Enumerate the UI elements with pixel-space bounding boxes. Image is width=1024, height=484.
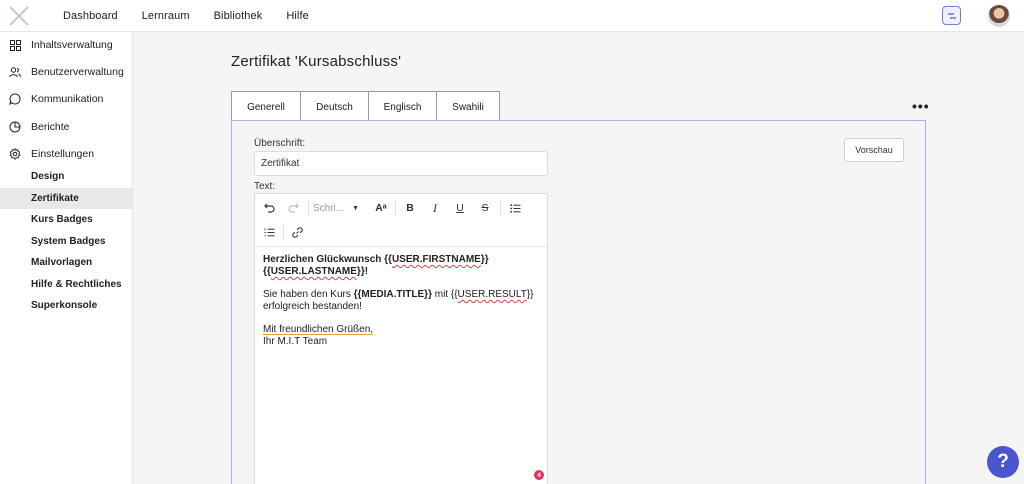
- strikethrough-icon[interactable]: S: [475, 198, 495, 218]
- tab-generell[interactable]: Generell: [231, 91, 301, 122]
- sidebar: Inhaltsverwaltung Benutzerverwaltung Kom…: [0, 32, 133, 484]
- body-text-start: Sie haben den Kurs: [263, 289, 354, 300]
- sidebar-item-inhaltsverwaltung[interactable]: Inhaltsverwaltung: [0, 34, 132, 56]
- nav-bibliothek[interactable]: Bibliothek: [214, 10, 263, 22]
- body-paragraph: Sie haben den Kurs {{MEDIA.TITLE}} mit {…: [263, 289, 543, 313]
- sidebar-item-einstellungen[interactable]: Einstellungen: [0, 143, 132, 165]
- chat-bubble-icon: [9, 93, 21, 105]
- italic-icon[interactable]: I: [425, 198, 445, 218]
- tab-swahili[interactable]: Swahili: [436, 91, 500, 122]
- redo-icon[interactable]: [283, 198, 303, 218]
- rich-text-editor: Schri... ▼ Aᵃ B I U S Herzlichen Glückwu…: [254, 193, 548, 484]
- top-bar: Dashboard Lernraum Bibliothek Hilfe: [0, 0, 1024, 32]
- sidebar-item-benutzerverwaltung[interactable]: Benutzerverwaltung: [0, 61, 132, 83]
- sidebar-item-label: Kommunikation: [31, 93, 104, 105]
- top-navigation: Dashboard Lernraum Bibliothek Hilfe: [63, 0, 333, 32]
- sidebar-subitem-system-badges[interactable]: System Badges: [0, 231, 132, 252]
- more-options-icon[interactable]: •••: [912, 98, 930, 114]
- preview-button[interactable]: Vorschau: [844, 138, 904, 162]
- sidebar-subitem-hilfe-rechtliches[interactable]: Hilfe & Rechtliches: [0, 274, 132, 295]
- editor-toolbar: Schri... ▼ Aᵃ B I U S: [255, 194, 547, 247]
- sidebar-subitem-zertifikate[interactable]: Zertifikate: [0, 188, 132, 209]
- heading-input[interactable]: Zertifikat: [254, 151, 548, 176]
- user-avatar[interactable]: [988, 5, 1010, 27]
- font-size-icon[interactable]: Aᵃ: [371, 198, 391, 218]
- sidebar-subitem-superkonsole[interactable]: Superkonsole: [0, 295, 132, 316]
- sidebar-item-label: Einstellungen: [31, 148, 95, 160]
- menu-lines-icon: [947, 12, 956, 19]
- nav-lernraum[interactable]: Lernraum: [142, 10, 190, 22]
- brace-close: }}: [480, 254, 489, 265]
- placeholder-lastname: USER.LASTNAME: [270, 266, 357, 277]
- caret-down-icon: ▼: [352, 204, 360, 212]
- placeholder-media-title: {{MEDIA.TITLE}}: [353, 289, 432, 300]
- language-tabs: Generell Deutsch Englisch Swahili: [231, 91, 500, 122]
- sidebar-item-kommunikation[interactable]: Kommunikation: [0, 88, 132, 110]
- sidebar-item-label: Benutzerverwaltung: [31, 66, 124, 78]
- nav-dashboard[interactable]: Dashboard: [63, 10, 118, 22]
- sidebar-subitem-kurs-badges[interactable]: Kurs Badges: [0, 209, 132, 230]
- closing-greeting: Mit freundlichen Grüßen,: [263, 324, 374, 335]
- bold-icon[interactable]: B: [400, 198, 420, 218]
- greeting-paragraph: Herzlichen Glückwunsch {{USER.FIRSTNAME}…: [263, 254, 543, 278]
- nav-hilfe[interactable]: Hilfe: [286, 10, 309, 22]
- placeholder-firstname: USER.FIRSTNAME: [391, 254, 481, 265]
- text-label: Text:: [254, 181, 276, 192]
- placeholder-result: USER.RESULT: [457, 289, 527, 300]
- sidebar-subitem-mailvorlagen[interactable]: Mailvorlagen: [0, 252, 132, 273]
- tab-englisch[interactable]: Englisch: [368, 91, 437, 122]
- tab-deutsch[interactable]: Deutsch: [300, 91, 369, 122]
- greeting-text: Herzlichen Glückwunsch {{: [263, 254, 392, 265]
- gear-icon: [9, 148, 21, 160]
- menu-toggle-button[interactable]: [942, 6, 961, 25]
- sidebar-subitem-design[interactable]: Design: [0, 166, 132, 187]
- body-text-middle: mit {{: [431, 289, 458, 300]
- grid-icon: [9, 39, 21, 51]
- brace-close-exclaim: }}!: [356, 266, 369, 277]
- editor-content[interactable]: Herzlichen Glückwunsch {{USER.FIRSTNAME}…: [263, 254, 543, 359]
- heading-label: Überschrift:: [254, 138, 306, 149]
- closing-signature: Ihr M.I.T Team: [263, 336, 328, 347]
- certificate-panel: Überschrift: Zertifikat Vorschau Text: S…: [231, 120, 926, 484]
- logo-icon[interactable]: [8, 5, 30, 27]
- closing-paragraph: Mit freundlichen Grüßen, Ihr M.I.T Team: [263, 324, 543, 348]
- sidebar-item-label: Berichte: [31, 121, 70, 133]
- help-button[interactable]: ?: [987, 446, 1019, 478]
- undo-icon[interactable]: [259, 198, 279, 218]
- spellcheck-error-badge[interactable]: 4: [534, 470, 544, 480]
- link-icon[interactable]: [287, 222, 307, 242]
- numbered-list-icon[interactable]: [259, 222, 279, 242]
- page-title: Zertifikat 'Kursabschluss': [231, 53, 402, 70]
- underline-icon[interactable]: U: [450, 198, 470, 218]
- bullet-list-icon[interactable]: [505, 198, 525, 218]
- brace-open: {{: [263, 266, 271, 277]
- main-content: Zertifikat 'Kursabschluss' Generell Deut…: [133, 32, 1024, 484]
- sidebar-item-label: Inhaltsverwaltung: [31, 39, 113, 51]
- font-family-select[interactable]: Schri... ▼: [313, 198, 363, 218]
- sidebar-item-berichte[interactable]: Berichte: [0, 116, 132, 138]
- font-family-value: Schri...: [313, 202, 345, 214]
- users-icon: [9, 66, 21, 78]
- pie-chart-icon: [9, 121, 21, 133]
